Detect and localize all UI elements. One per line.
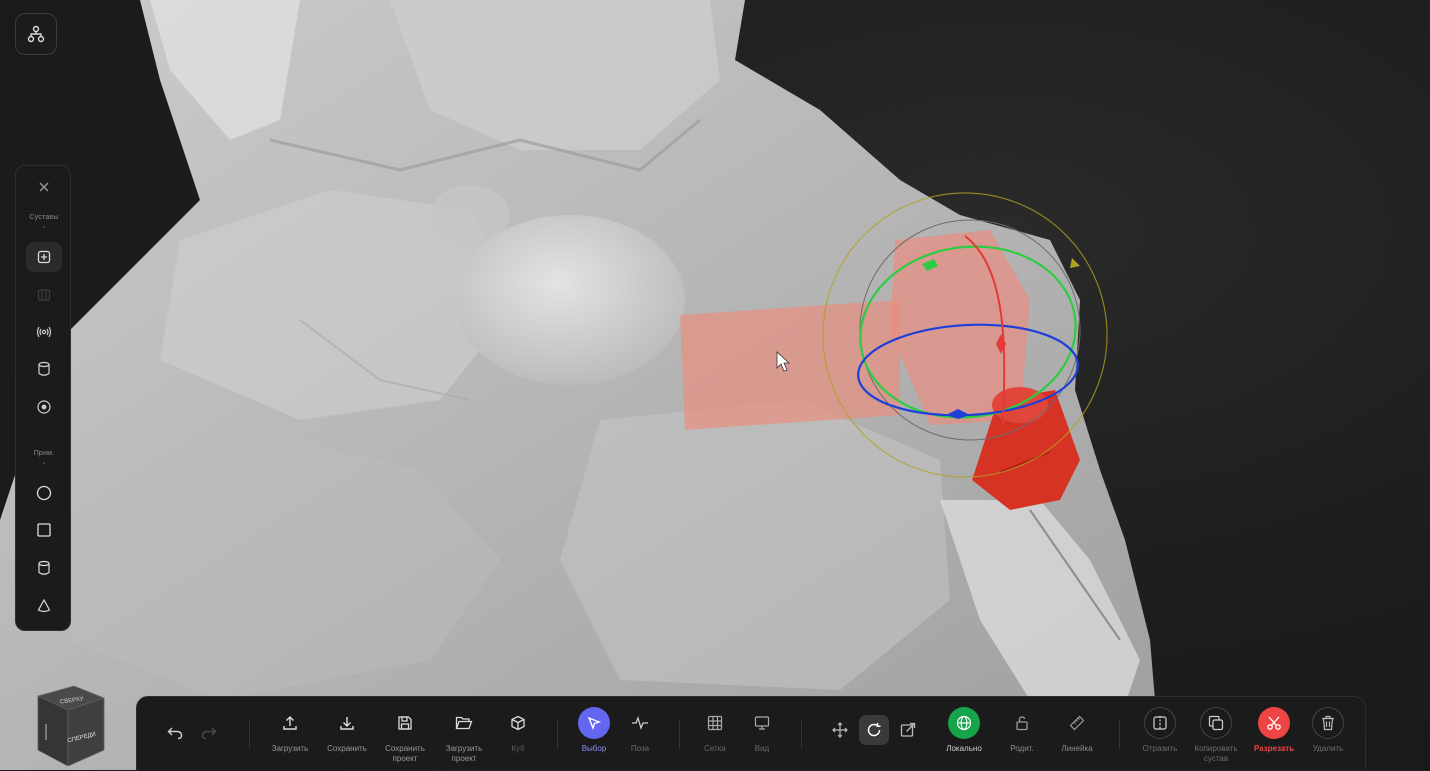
redo-icon: [201, 727, 217, 740]
cylinder-icon: [38, 560, 50, 575]
section-joints-label: Суставы: [29, 214, 59, 221]
redo-button[interactable]: [179, 717, 239, 749]
hierarchy-button[interactable]: [15, 13, 57, 55]
hierarchy-icon: [27, 25, 45, 43]
cut-button[interactable]: Разрезать: [1244, 707, 1304, 754]
local-label: Локально: [946, 744, 982, 753]
scissors-icon: [1267, 716, 1281, 730]
monitor-icon: [754, 716, 770, 730]
copy-icon: [1208, 715, 1224, 731]
save-label: Сохранить: [327, 744, 367, 753]
bottom-toolbar: Загрузить Сохранить Сохранить проект Заг…: [136, 696, 1366, 770]
chevron-down-icon: ⌄: [41, 460, 47, 466]
cube-label: Куб: [511, 744, 525, 753]
target-button[interactable]: [26, 392, 62, 422]
load-project-button[interactable]: Загрузить проект: [434, 707, 494, 764]
grid-joint-button[interactable]: [26, 280, 62, 310]
parent-label: Родит.: [1010, 744, 1034, 753]
delete-label: Удалить: [1312, 744, 1344, 753]
close-icon: [39, 182, 49, 192]
ruler-button[interactable]: Линейка: [1047, 707, 1107, 754]
ruler-label: Линейка: [1061, 744, 1093, 753]
globe-icon: [956, 715, 972, 731]
floppy-disk-icon: [398, 716, 412, 730]
local-space-button[interactable]: Локально: [934, 707, 994, 754]
close-panel-button[interactable]: [26, 172, 62, 202]
add-sphere-button[interactable]: [26, 478, 62, 508]
copy-joint-button[interactable]: Копировать сустав: [1186, 707, 1246, 764]
box-icon: [37, 523, 51, 537]
target-icon: [37, 400, 51, 414]
parent-lock-button[interactable]: Родит.: [992, 707, 1052, 754]
mirror-button[interactable]: Отразить: [1130, 707, 1190, 754]
pose-tool-button[interactable]: Поза: [610, 707, 670, 754]
add-cone-button[interactable]: [26, 591, 62, 621]
3d-viewport[interactable]: [0, 0, 1430, 770]
add-box-button[interactable]: [26, 515, 62, 545]
sphere-icon: [36, 485, 52, 501]
chevron-down-icon: ⌄: [41, 224, 47, 230]
mirror-icon: [1153, 716, 1167, 730]
scale-icon: [900, 722, 916, 737]
section-primitives-label: Прим.: [33, 450, 55, 457]
save-project-label: Сохранить проект: [385, 744, 425, 763]
grid-joint-icon: [37, 289, 51, 301]
cylinder-joint-button[interactable]: [26, 354, 62, 384]
save-button[interactable]: Сохранить: [317, 707, 377, 754]
copy-joint-label: Копировать сустав: [1194, 744, 1238, 763]
delete-button[interactable]: Удалить: [1298, 707, 1358, 754]
add-cylinder-button[interactable]: [26, 553, 62, 583]
unlock-icon: [1016, 716, 1028, 731]
upload-icon: [283, 716, 297, 730]
view-label: Вид: [754, 744, 770, 753]
pulse-icon: [632, 716, 648, 730]
mirror-label: Отразить: [1142, 744, 1178, 753]
cone-icon: [37, 599, 51, 613]
cursor-arrow-icon: [587, 716, 601, 730]
navigation-cube[interactable]: СВЕРХУ СПЕРЕДИ: [36, 684, 108, 767]
download-icon: [340, 717, 354, 730]
upload-label: Загрузить: [271, 744, 309, 753]
cut-label: Разрезать: [1253, 744, 1295, 753]
cylinder-icon: [38, 361, 50, 376]
add-joint-button[interactable]: [26, 242, 62, 272]
trash-icon: [1322, 715, 1334, 731]
folder-open-icon: [455, 716, 473, 730]
pose-label: Поза: [630, 744, 650, 753]
signal-icon: [36, 326, 52, 338]
side-tool-panel: Суставы ⌄ Прим. ⌄: [15, 165, 71, 631]
upload-button[interactable]: Загрузить: [260, 707, 320, 754]
view-button[interactable]: Вид: [732, 707, 792, 754]
cube-button[interactable]: Куб: [488, 707, 548, 754]
add-joint-icon: [37, 250, 51, 264]
save-project-button[interactable]: Сохранить проект: [375, 707, 435, 764]
grid-icon: [707, 715, 723, 731]
load-project-label: Загрузить проект: [445, 744, 483, 763]
ruler-icon: [1069, 715, 1085, 731]
cube-icon: [511, 715, 525, 731]
scale-tool-button[interactable]: [878, 715, 938, 745]
signal-button[interactable]: [26, 317, 62, 347]
